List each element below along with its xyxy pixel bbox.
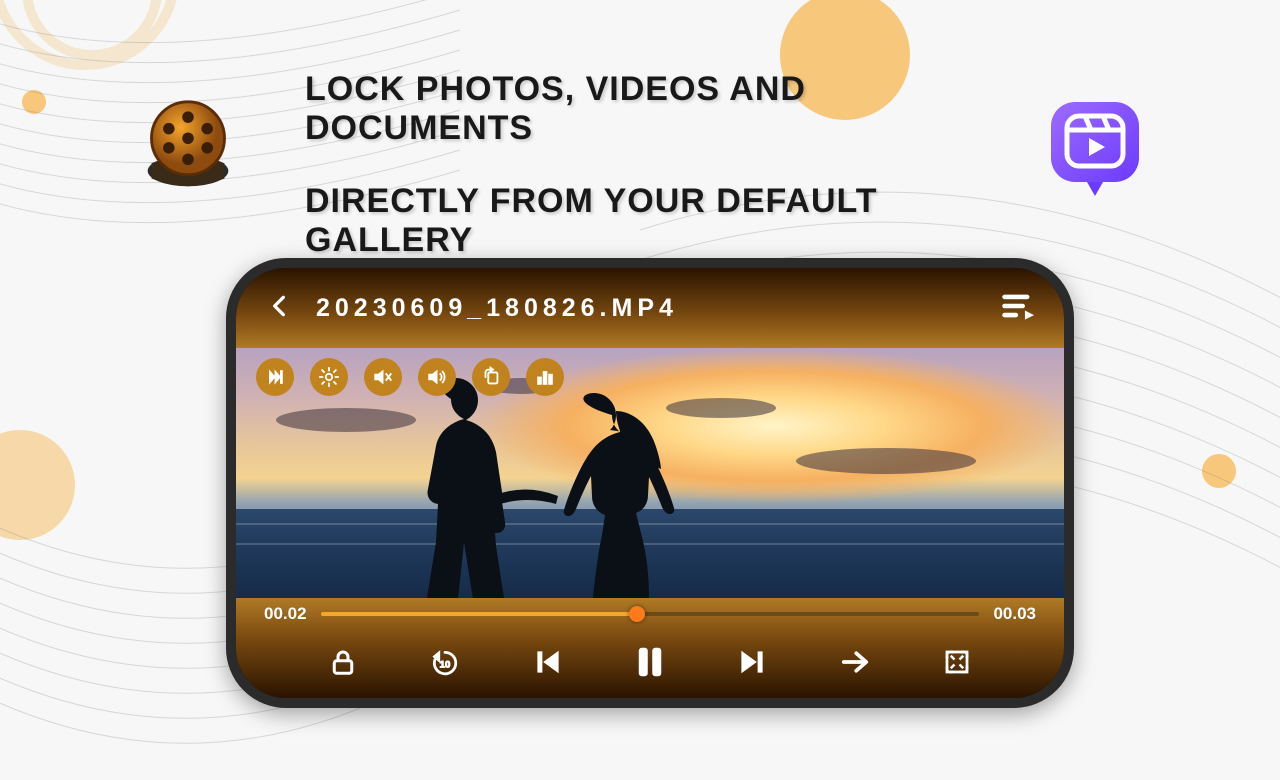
volume-icon[interactable]	[418, 358, 456, 396]
time-total: 00.03	[993, 604, 1036, 624]
bg-cloud	[796, 448, 976, 474]
rewind10-button[interactable]: 10	[424, 641, 466, 683]
phone-frame: 20230609_180826.MP4	[226, 258, 1074, 708]
progress-fill	[321, 612, 637, 616]
headline-line1: Lock Photos, Videos and Documents	[305, 70, 1005, 148]
svg-text:10: 10	[440, 659, 451, 670]
prev-button[interactable]	[527, 641, 569, 683]
progress-thumb[interactable]	[629, 606, 645, 622]
progress-bar[interactable]	[321, 612, 980, 616]
tool-row	[256, 358, 564, 396]
progress-row: 00.02 00.03	[264, 604, 1036, 624]
rotate-icon[interactable]	[472, 358, 510, 396]
cast-icon[interactable]	[256, 358, 294, 396]
back-button[interactable]	[266, 293, 292, 324]
lock-button[interactable]	[322, 641, 364, 683]
settings-icon[interactable]	[310, 358, 348, 396]
forward-button[interactable]	[834, 641, 876, 683]
player-screen: 20230609_180826.MP4	[236, 268, 1064, 698]
transport-row: 10	[264, 624, 1036, 694]
mute-icon[interactable]	[364, 358, 402, 396]
next-button[interactable]	[731, 641, 773, 683]
player-bottombar: 00.02 00.03 10	[236, 598, 1064, 698]
time-current: 00.02	[264, 604, 307, 624]
queue-button[interactable]	[1000, 292, 1034, 325]
headline-line2: Directly from your Default Gallery	[305, 182, 1005, 260]
reels-badge-icon	[1045, 96, 1145, 196]
fullscreen-button[interactable]	[936, 641, 978, 683]
film-reel-icon	[140, 96, 236, 192]
bg-cloud	[666, 398, 776, 418]
video-title: 20230609_180826.MP4	[316, 294, 1000, 323]
player-topbar: 20230609_180826.MP4	[236, 268, 1064, 348]
silhouette-hands	[498, 490, 558, 520]
equalizer-icon[interactable]	[526, 358, 564, 396]
playpause-button[interactable]	[629, 641, 671, 683]
